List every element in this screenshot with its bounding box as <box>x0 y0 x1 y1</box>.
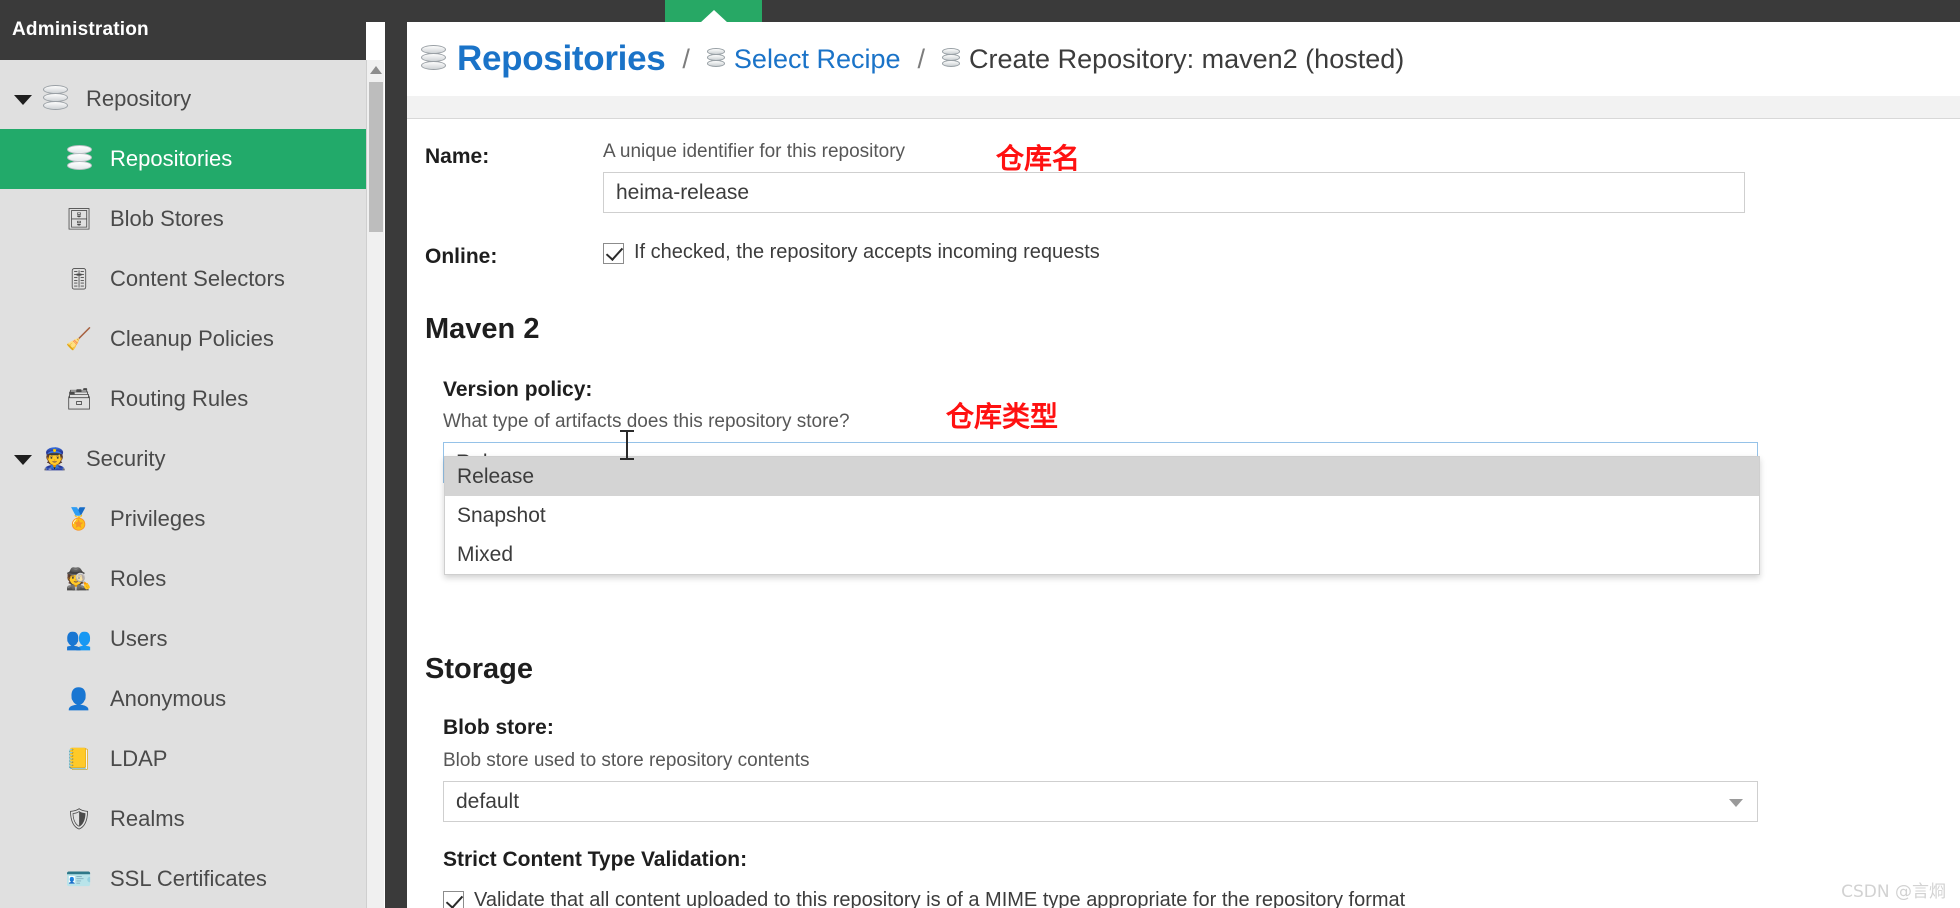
sidebar-item-content-selectors[interactable]: 🎚 Content Selectors <box>0 249 366 309</box>
name-label: Name: <box>425 145 490 168</box>
sidebar-item-roles[interactable]: 🕵 Roles <box>0 549 366 609</box>
chevron-down-icon[interactable] <box>1729 798 1743 807</box>
sidebar-item-realms[interactable]: 🛡 Realms <box>0 789 366 849</box>
online-checkbox[interactable] <box>603 243 624 264</box>
sidebar-item-label: Content Selectors <box>110 266 285 291</box>
sidebar-item-label: Users <box>110 626 168 651</box>
online-label: Online: <box>425 245 498 268</box>
breadcrumb-select-recipe[interactable]: Select Recipe <box>706 43 901 75</box>
broom-icon: 🧹 <box>65 327 93 351</box>
sidebar-item-label: SSL Certificates <box>110 866 267 891</box>
blob-store-label: Blob store: <box>443 716 554 739</box>
strict-content-label: Strict Content Type Validation: <box>443 848 748 871</box>
sidebar-header: Administration <box>0 0 366 60</box>
breadcrumb-link-label: Select Recipe <box>733 43 901 74</box>
person-suit-icon: 🕵 <box>65 567 93 591</box>
database-icon <box>38 84 72 114</box>
sidebar-scrollbar[interactable] <box>366 60 384 908</box>
blob-store-icon: 🗄 <box>65 207 93 231</box>
sidebar-item-cleanup-policies[interactable]: 🧹 Cleanup Policies <box>0 309 366 369</box>
version-policy-helper-text: What type of artifacts does this reposit… <box>443 411 850 432</box>
sidebar-item-label: LDAP <box>110 746 168 771</box>
sidebar-item-label: Blob Stores <box>110 206 224 231</box>
dropdown-option-mixed[interactable]: Mixed <box>445 535 1759 574</box>
address-book-icon: 📒 <box>65 747 93 771</box>
sidebar-item-security[interactable]: 👮 Security <box>0 429 366 489</box>
application-window: Administration Repository Repositories 🗄… <box>0 0 1960 908</box>
sidebar-item-label: Privileges <box>110 506 206 531</box>
annotation-repository-type: 仓库类型 <box>946 400 1059 433</box>
strict-content-checkbox[interactable] <box>443 891 464 908</box>
routing-icon: 🗃 <box>65 387 93 411</box>
medal-icon: 🏅 <box>65 507 93 531</box>
sidebar-item-repositories[interactable]: Repositories <box>0 129 366 189</box>
sidebar-item-blob-stores[interactable]: 🗄 Blob Stores <box>0 189 366 249</box>
version-policy-label: Version policy: <box>443 378 593 401</box>
database-icon <box>62 144 96 174</box>
name-input[interactable]: heima-release <box>603 172 1745 213</box>
chevron-down-icon[interactable] <box>10 86 36 112</box>
sidebar-item-ldap[interactable]: 📒 LDAP <box>0 729 366 789</box>
storage-section-heading: Storage <box>425 653 533 685</box>
watermark: CSDN @言烱 <box>1841 882 1946 902</box>
sidebar-item-anonymous[interactable]: 👤 Anonymous <box>0 669 366 729</box>
sidebar-item-users[interactable]: 👥 Users <box>0 609 366 669</box>
dropdown-option-snapshot[interactable]: Snapshot <box>445 496 1759 535</box>
sidebar-item-label: Repositories <box>110 146 233 171</box>
database-icon <box>942 48 961 70</box>
strict-content-checkbox-text: Validate that all content uploaded to th… <box>474 889 1406 908</box>
strict-content-field: Strict Content Type Validation: Validate… <box>407 848 1960 908</box>
online-checkbox-text: If checked, the repository accepts incom… <box>634 241 1100 263</box>
certificate-icon: 🪪 <box>65 867 93 891</box>
blob-store-helper-text: Blob store used to store repository cont… <box>443 750 810 771</box>
name-input-value: heima-release <box>616 180 750 204</box>
sidebar-item-label: Repository <box>86 86 192 111</box>
online-field-row: Online: If checked, the repository accep… <box>407 241 1960 269</box>
blob-store-select[interactable]: default <box>443 781 1758 822</box>
police-hat-icon: 👮 <box>41 447 69 471</box>
sidebar: Administration Repository Repositories 🗄… <box>0 0 366 908</box>
sidebar-item-label: Roles <box>110 566 167 591</box>
breadcrumb-current: Create Repository: maven2 (hosted) <box>942 44 1404 75</box>
sidebar-item-ssl-certificates[interactable]: 🪪 SSL Certificates <box>0 849 366 908</box>
name-helper-text: A unique identifier for this repository <box>603 141 906 162</box>
breadcrumb: Repositories / Select Recipe / Create Re… <box>407 22 1960 96</box>
shield-icon: 🛡 <box>65 807 93 831</box>
sidebar-item-label: Realms <box>110 806 185 831</box>
sidebar-item-privileges[interactable]: 🏅 Privileges <box>0 489 366 549</box>
version-policy-dropdown[interactable]: Release Snapshot Mixed <box>444 456 1760 575</box>
people-icon: 👥 <box>65 627 93 651</box>
scrollbar-thumb[interactable] <box>369 82 383 232</box>
annotation-repository-name: 仓库名 <box>996 142 1081 175</box>
sidebar-title: Administration <box>12 19 149 40</box>
dropdown-option-release[interactable]: Release <box>445 457 1759 496</box>
name-field-row: Name: A unique identifier for this repos… <box>407 141 1960 213</box>
breadcrumb-root[interactable]: Repositories <box>421 39 666 79</box>
sidebar-item-routing-rules[interactable]: 🗃 Routing Rules <box>0 369 366 429</box>
blob-store-selected-value: default <box>456 789 520 813</box>
sidebar-item-label: Security <box>86 446 166 471</box>
sidebar-item-label: Anonymous <box>110 686 227 711</box>
database-icon <box>706 48 725 70</box>
text-cursor-icon <box>620 430 634 460</box>
toggle-icon: 🎚 <box>65 267 93 291</box>
database-icon <box>421 45 446 73</box>
breadcrumb-separator: / <box>682 43 690 74</box>
sidebar-divider <box>385 0 407 908</box>
blob-store-field: Blob store: Blob store used to store rep… <box>407 716 1960 822</box>
anonymous-user-icon: 👤 <box>65 687 93 711</box>
page-title: Repositories <box>457 39 666 78</box>
sidebar-item-label: Cleanup Policies <box>110 326 274 351</box>
breadcrumb-separator: / <box>917 43 926 74</box>
sidebar-item-repository[interactable]: Repository <box>0 69 366 129</box>
breadcrumb-current-label: Create Repository: maven2 (hosted) <box>969 43 1405 74</box>
sidebar-item-label: Routing Rules <box>110 386 249 411</box>
sidebar-nav: Repository Repositories 🗄 Blob Stores 🎚 … <box>0 60 366 908</box>
maven2-section-heading: Maven 2 <box>425 313 540 345</box>
scroll-up-arrow-icon[interactable] <box>369 62 383 78</box>
chevron-down-icon[interactable] <box>10 446 36 472</box>
